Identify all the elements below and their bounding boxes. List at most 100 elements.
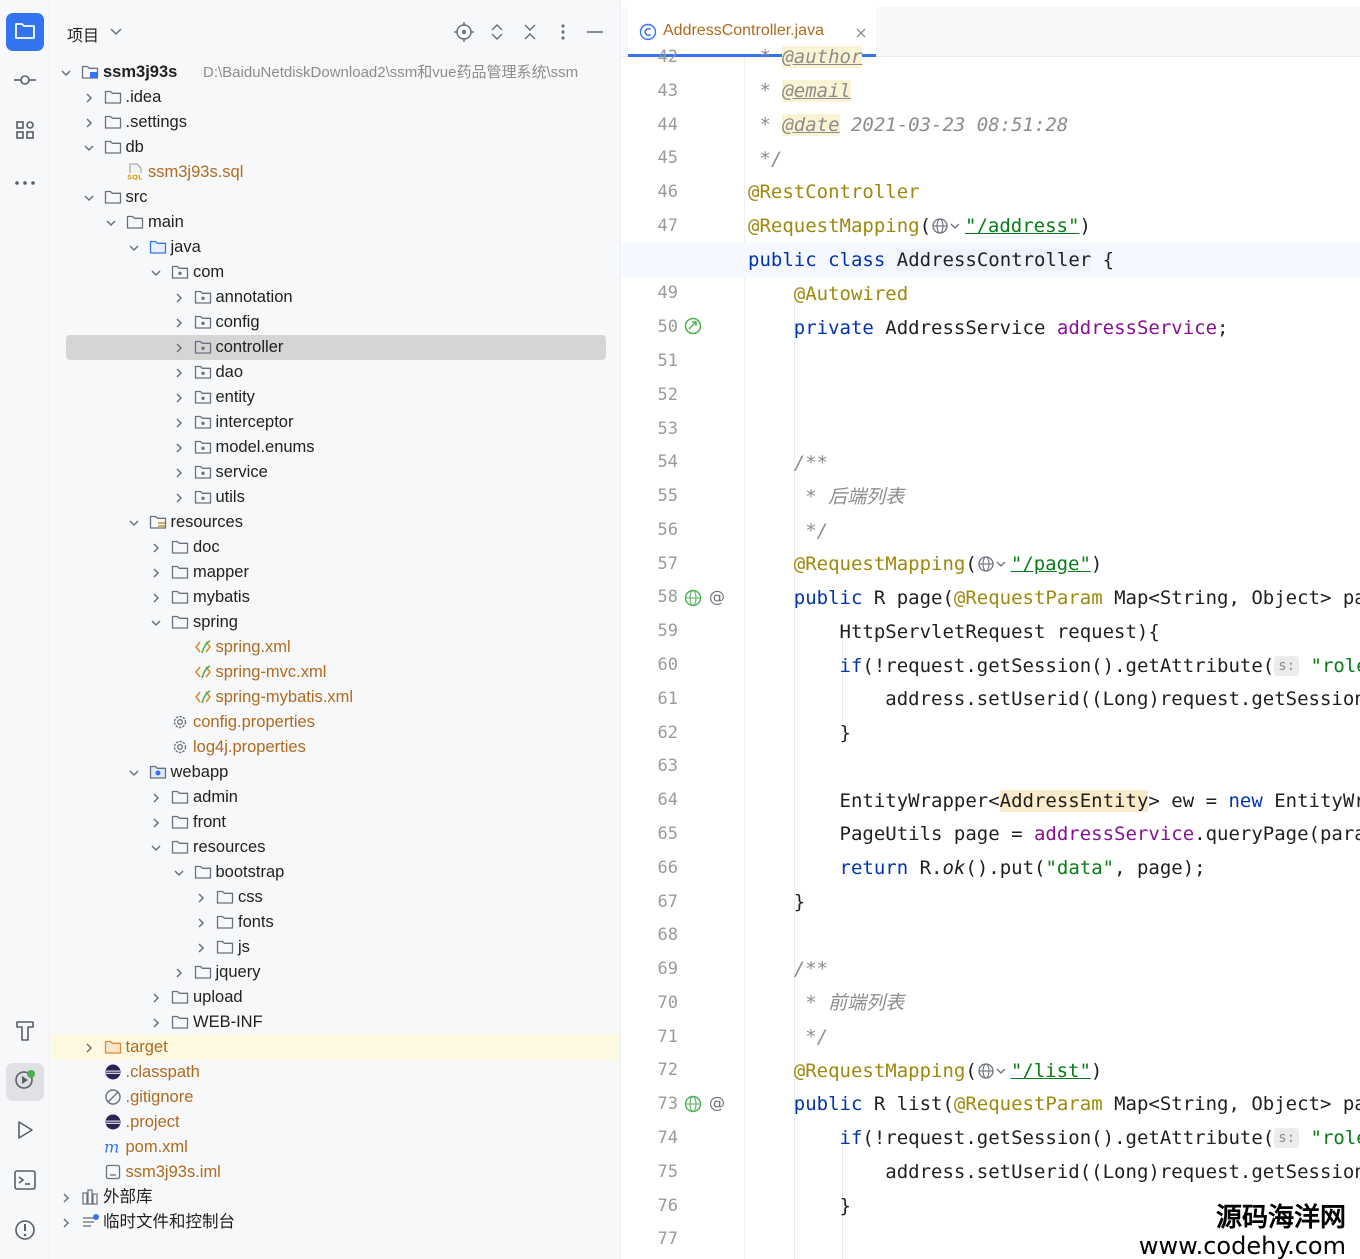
collapse-all-icon[interactable] bbox=[519, 21, 541, 43]
hide-icon[interactable] bbox=[584, 21, 606, 43]
chevron-right-icon[interactable] bbox=[149, 791, 163, 805]
tree-item[interactable]: spring bbox=[51, 610, 620, 635]
line-number[interactable]: 71 bbox=[628, 1020, 678, 1054]
structure-tool-button[interactable] bbox=[6, 113, 44, 151]
line-number[interactable]: 65 bbox=[628, 817, 678, 851]
chevron-right-icon[interactable] bbox=[172, 491, 186, 505]
line-number[interactable]: 50 bbox=[628, 310, 678, 344]
annotation-at-icon[interactable]: @ bbox=[707, 587, 727, 607]
commit-tool-button[interactable] bbox=[6, 63, 44, 101]
chevron-down-icon[interactable] bbox=[105, 21, 127, 43]
tree-item[interactable]: 外部库 bbox=[51, 1185, 620, 1210]
services-tool-button[interactable] bbox=[6, 1063, 44, 1101]
line-number[interactable]: 70 bbox=[628, 986, 678, 1020]
chevron-right-icon[interactable] bbox=[172, 441, 186, 455]
line-number[interactable]: 52 bbox=[628, 378, 678, 412]
tree-item[interactable]: upload bbox=[51, 985, 620, 1010]
tree-item[interactable]: .classpath bbox=[51, 1060, 620, 1085]
tree-item[interactable]: model.enums bbox=[51, 435, 620, 460]
line-number[interactable]: 54 bbox=[628, 445, 678, 479]
locate-icon[interactable] bbox=[453, 21, 475, 43]
line-number[interactable]: 60 bbox=[628, 648, 678, 682]
chevron-right-icon[interactable] bbox=[172, 291, 186, 305]
chevron-right-icon[interactable] bbox=[149, 991, 163, 1005]
tree-item[interactable]: webapp bbox=[51, 760, 620, 785]
chevron-right-icon[interactable] bbox=[149, 816, 163, 830]
chevron-right-icon[interactable] bbox=[149, 1016, 163, 1030]
project-panel-title[interactable]: 项目 bbox=[67, 22, 99, 46]
tree-item[interactable]: m pom.xml bbox=[51, 1135, 620, 1160]
line-number[interactable]: 68 bbox=[628, 918, 678, 952]
chevron-right-icon[interactable] bbox=[149, 591, 163, 605]
chevron-right-icon[interactable] bbox=[82, 91, 96, 105]
tree-item[interactable]: src bbox=[51, 185, 620, 210]
annotation-at-icon[interactable]: @ bbox=[707, 1093, 727, 1113]
tree-item[interactable]: .project bbox=[51, 1110, 620, 1135]
line-number[interactable]: 42 bbox=[628, 40, 678, 74]
tree-item[interactable]: fonts bbox=[51, 910, 620, 935]
code-area[interactable]: * @author * @email * @date 2021-03-23 08… bbox=[622, 46, 1360, 1259]
line-number[interactable]: 75 bbox=[628, 1155, 678, 1189]
line-number[interactable]: 63 bbox=[628, 749, 678, 783]
tree-item[interactable]: WEB-INF bbox=[51, 1010, 620, 1035]
build-tool-button[interactable] bbox=[6, 1013, 44, 1051]
tree-item[interactable]: mybatis bbox=[51, 585, 620, 610]
line-number[interactable]: 59 bbox=[628, 614, 678, 648]
tree-item[interactable]: config bbox=[51, 310, 620, 335]
chevron-right-icon[interactable] bbox=[149, 566, 163, 580]
tree-item[interactable]: SQL ssm3j93s.sql bbox=[51, 160, 620, 185]
tree-item[interactable]: main bbox=[51, 210, 620, 235]
tree-item[interactable]: spring-mybatis.xml bbox=[51, 685, 620, 710]
chevron-right-icon[interactable] bbox=[172, 416, 186, 430]
line-number[interactable]: 51 bbox=[628, 344, 678, 378]
tree-item[interactable]: 临时文件和控制台 bbox=[51, 1210, 620, 1235]
web-icon[interactable] bbox=[931, 212, 965, 246]
tree-item[interactable]: admin bbox=[51, 785, 620, 810]
tree-item[interactable]: interceptor bbox=[51, 410, 620, 435]
line-number[interactable]: 47 bbox=[628, 209, 678, 243]
tree-item[interactable]: controller bbox=[51, 335, 620, 360]
chevron-right-icon[interactable] bbox=[82, 1041, 96, 1055]
tree-item[interactable]: com bbox=[51, 260, 620, 285]
request-mapping-icon[interactable] bbox=[684, 1094, 704, 1114]
tree-item[interactable]: service bbox=[51, 460, 620, 485]
tree-item[interactable]: .gitignore bbox=[51, 1085, 620, 1110]
tree-item[interactable]: spring-mvc.xml bbox=[51, 660, 620, 685]
tree-item[interactable]: .idea bbox=[51, 85, 620, 110]
line-number[interactable]: 56 bbox=[628, 513, 678, 547]
chevron-down-icon[interactable] bbox=[149, 266, 163, 280]
chevron-right-icon[interactable] bbox=[172, 366, 186, 380]
tree-item[interactable]: ssm3j93s D:\BaiduNetdiskDownload2\ssm和vue… bbox=[51, 60, 620, 85]
tree-item[interactable]: doc bbox=[51, 535, 620, 560]
chevron-right-icon[interactable] bbox=[82, 116, 96, 130]
tree-item[interactable]: spring.xml bbox=[51, 635, 620, 660]
line-number[interactable]: 66 bbox=[628, 851, 678, 885]
tree-item[interactable]: resources bbox=[51, 510, 620, 535]
tree-item[interactable]: utils bbox=[51, 485, 620, 510]
line-number[interactable]: 72 bbox=[628, 1053, 678, 1087]
line-number[interactable]: 58 bbox=[628, 580, 678, 614]
tree-item[interactable]: resources bbox=[51, 835, 620, 860]
chevron-right-icon[interactable] bbox=[194, 891, 208, 905]
chevron-right-icon[interactable] bbox=[194, 916, 208, 930]
tree-item[interactable]: dao bbox=[51, 360, 620, 385]
chevron-right-icon[interactable] bbox=[59, 1191, 73, 1205]
line-number[interactable]: 49 bbox=[628, 276, 678, 310]
line-number[interactable]: 61 bbox=[628, 682, 678, 716]
tree-item[interactable]: config.properties bbox=[51, 710, 620, 735]
line-number[interactable]: 44 bbox=[628, 108, 678, 142]
tree-item[interactable]: .settings bbox=[51, 110, 620, 135]
tree-item[interactable]: ssm3j93s.iml bbox=[51, 1160, 620, 1185]
tree-item[interactable]: css bbox=[51, 885, 620, 910]
chevron-right-icon[interactable] bbox=[172, 966, 186, 980]
tree-item[interactable]: mapper bbox=[51, 560, 620, 585]
line-number[interactable]: 76 bbox=[628, 1189, 678, 1223]
tree-item[interactable]: entity bbox=[51, 385, 620, 410]
tree-item[interactable]: annotation bbox=[51, 285, 620, 310]
chevron-right-icon[interactable] bbox=[172, 341, 186, 355]
chevron-down-icon[interactable] bbox=[59, 66, 73, 80]
chevron-right-icon[interactable] bbox=[172, 391, 186, 405]
chevron-right-icon[interactable] bbox=[172, 466, 186, 480]
tree-item[interactable]: target bbox=[51, 1035, 620, 1060]
web-icon[interactable] bbox=[977, 1057, 1011, 1091]
